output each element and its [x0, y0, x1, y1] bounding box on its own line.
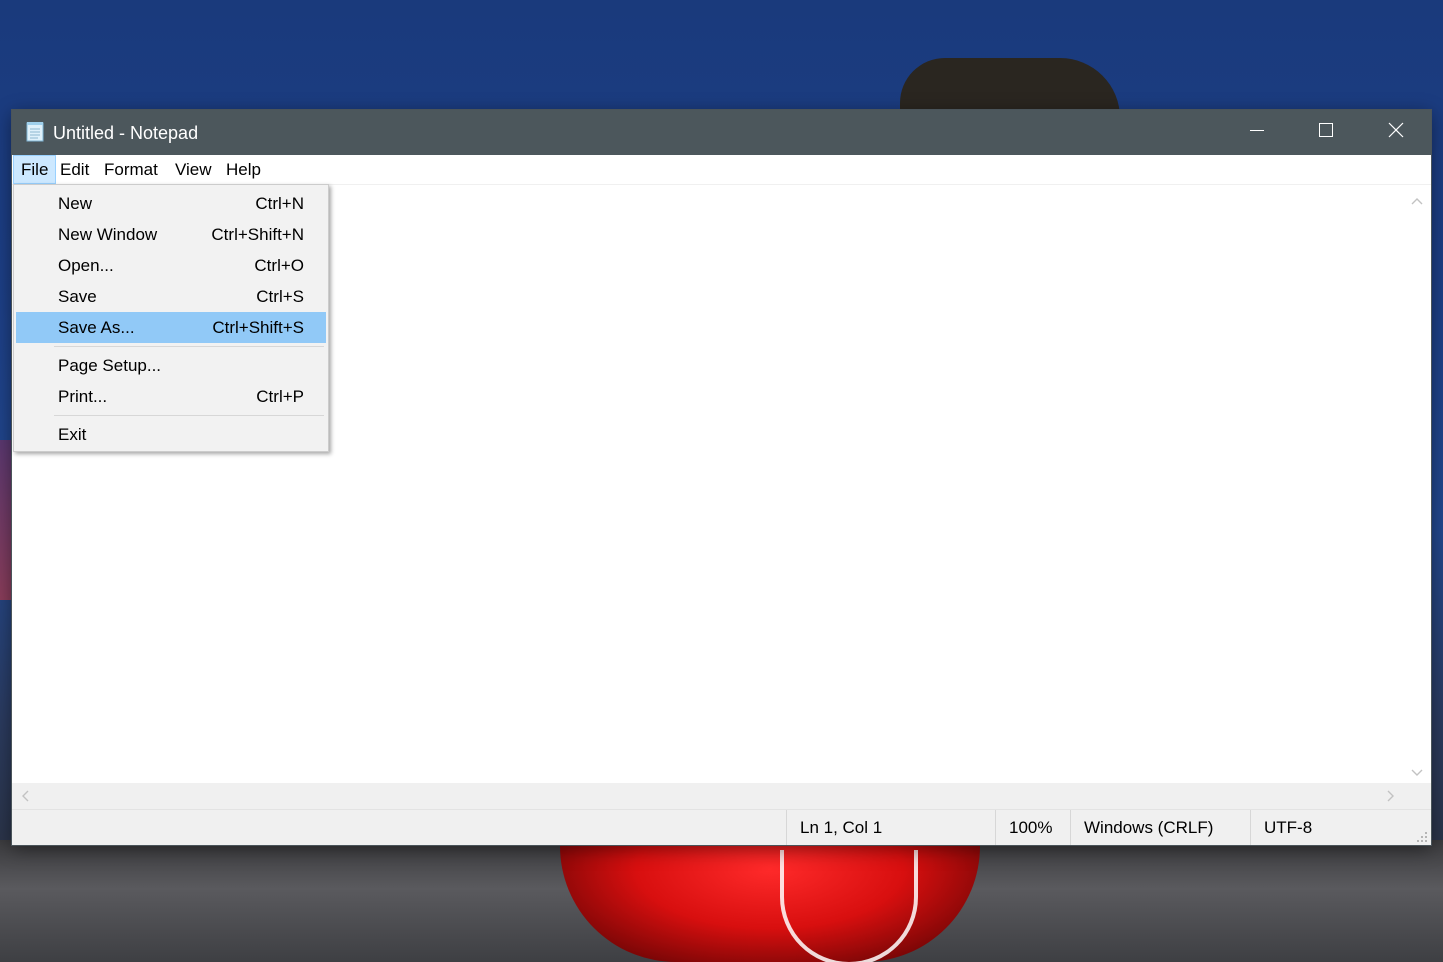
status-line-ending: Windows (CRLF) [1070, 810, 1250, 845]
menu-help[interactable]: Help [219, 155, 268, 184]
background-rock [900, 58, 1120, 118]
menu-item-label: Open... [58, 256, 114, 275]
menu-item-label: Save As... [58, 318, 135, 337]
menu-item-label: Print... [58, 387, 108, 406]
menu-separator [54, 346, 324, 347]
menu-edit[interactable]: Edit [53, 155, 96, 184]
menu-item-label: New [58, 194, 93, 213]
status-bar: Ln 1, Col 1 100% Windows (CRLF) UTF-8 [12, 809, 1431, 845]
menu-bar: File Edit Format View Help [12, 155, 1431, 185]
resize-grip-icon[interactable] [1416, 830, 1428, 842]
window-title: Untitled - Notepad [53, 123, 199, 143]
menu-separator [54, 415, 324, 416]
menu-item-new[interactable]: New Ctrl+N [16, 188, 326, 219]
menu-item-shortcut: Ctrl+Shift+N [211, 225, 304, 244]
menu-item-exit[interactable]: Exit [16, 419, 326, 450]
menu-item-shortcut: Ctrl+N [255, 194, 304, 213]
maximize-icon [1318, 123, 1333, 142]
vertical-scrollbar[interactable] [1405, 185, 1431, 783]
menu-item-save[interactable]: Save Ctrl+S [16, 281, 326, 312]
scroll-up-icon[interactable] [1411, 193, 1423, 207]
menu-item-print[interactable]: Print... Ctrl+P [16, 381, 326, 412]
status-cursor-position: Ln 1, Col 1 [786, 810, 995, 845]
background-light-swirl [780, 850, 918, 962]
notepad-icon[interactable] [25, 121, 45, 142]
menu-item-shortcut: Ctrl+S [256, 287, 304, 306]
close-icon [1388, 122, 1404, 143]
menu-item-page-setup[interactable]: Page Setup... [16, 350, 326, 381]
scroll-left-icon[interactable] [21, 790, 29, 804]
menu-view[interactable]: View [168, 155, 219, 184]
menu-item-shortcut: Ctrl+P [256, 387, 304, 406]
title-bar[interactable]: Untitled - Notepad [12, 110, 1431, 155]
minimize-button[interactable] [1222, 110, 1291, 155]
scroll-right-icon[interactable] [1387, 790, 1395, 804]
status-zoom: 100% [995, 810, 1070, 845]
status-encoding: UTF-8 [1250, 810, 1410, 845]
menu-item-new-window[interactable]: New Window Ctrl+Shift+N [16, 219, 326, 250]
menu-item-label: Exit [58, 425, 87, 444]
menu-item-label: Page Setup... [58, 356, 162, 375]
menu-item-shortcut: Ctrl+Shift+S [212, 318, 304, 337]
menu-format[interactable]: Format [97, 155, 165, 184]
menu-item-save-as[interactable]: Save As... Ctrl+Shift+S [16, 312, 326, 343]
scroll-down-icon[interactable] [1411, 765, 1423, 779]
menu-item-label: Save [58, 287, 97, 306]
close-button[interactable] [1361, 110, 1430, 155]
maximize-button[interactable] [1291, 110, 1360, 155]
scrollbar-corner [1405, 783, 1431, 809]
horizontal-scrollbar[interactable] [12, 783, 1405, 809]
menu-item-shortcut: Ctrl+O [254, 256, 304, 275]
menu-item-open[interactable]: Open... Ctrl+O [16, 250, 326, 281]
file-dropdown-menu: New Ctrl+N New Window Ctrl+Shift+N Open.… [13, 184, 329, 452]
menu-file[interactable]: File [13, 155, 57, 184]
minimize-icon [1249, 123, 1264, 142]
menu-item-label: New Window [58, 225, 158, 244]
